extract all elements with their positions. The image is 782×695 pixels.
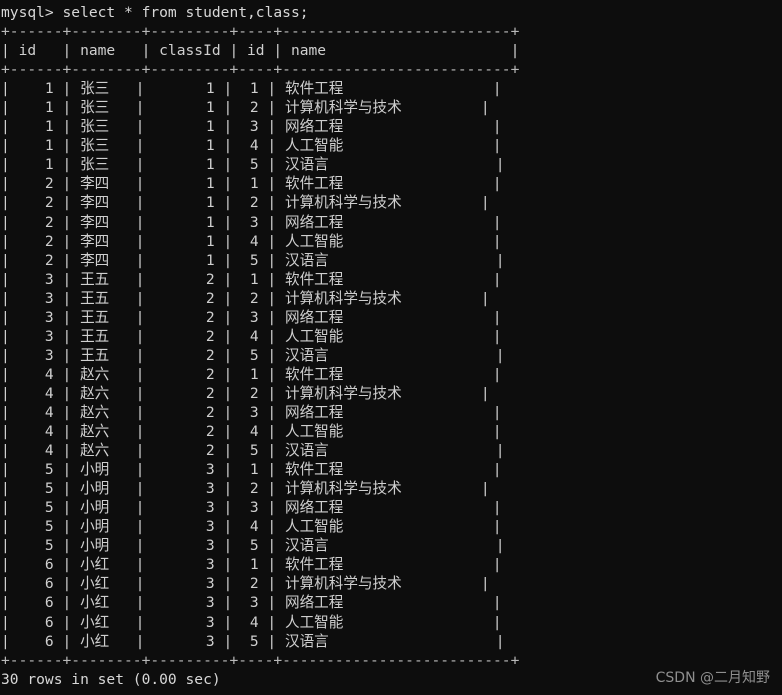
table-header-row: | id | name | classId | id | name |	[1, 42, 520, 60]
table-row: | 3 | 王五 | 2 | 5 | 汉语言 |	[1, 346, 505, 364]
table-row: | 6 | 小红 | 3 | 1 | 软件工程 |	[1, 556, 502, 574]
table-row: | 6 | 小红 | 3 | 3 | 网络工程 |	[1, 594, 502, 612]
table-row: | 1 | 张三 | 1 | 4 | 人工智能 |	[1, 137, 502, 155]
table-row: | 3 | 王五 | 2 | 2 | 计算机科学与技术 |	[1, 289, 490, 307]
terminal-window[interactable]: mysql> select * from student,class; +---…	[0, 0, 782, 695]
table-row: | 2 | 李四 | 1 | 1 | 软件工程 |	[1, 175, 502, 193]
table-row: | 2 | 李四 | 1 | 5 | 汉语言 |	[1, 251, 505, 269]
table-row: | 1 | 张三 | 1 | 2 | 计算机科学与技术 |	[1, 99, 490, 117]
table-bottom-border: +------+--------+---------+----+--------…	[1, 651, 520, 669]
table-header-separator: +------+--------+---------+----+--------…	[1, 61, 520, 79]
table-row: | 5 | 小明 | 3 | 3 | 网络工程 |	[1, 499, 502, 517]
table-row: | 5 | 小明 | 3 | 4 | 人工智能 |	[1, 518, 502, 536]
table-row: | 6 | 小红 | 3 | 4 | 人工智能 |	[1, 613, 502, 631]
table-row: | 2 | 李四 | 1 | 3 | 网络工程 |	[1, 213, 502, 231]
table-row: | 1 | 张三 | 1 | 1 | 软件工程 |	[1, 80, 502, 98]
table-row: | 5 | 小明 | 3 | 1 | 软件工程 |	[1, 461, 502, 479]
table-row: | 2 | 李四 | 1 | 2 | 计算机科学与技术 |	[1, 194, 490, 212]
table-row: | 1 | 张三 | 1 | 5 | 汉语言 |	[1, 156, 505, 174]
csdn-watermark: CSDN @二月知野	[655, 670, 770, 686]
table-body: | 1 | 张三 | 1 | 1 | 软件工程 | | 1 | 张三 | 1 | …	[1, 79, 782, 650]
table-row: | 2 | 李四 | 1 | 4 | 人工智能 |	[1, 232, 502, 250]
table-row: | 4 | 赵六 | 2 | 4 | 人工智能 |	[1, 423, 502, 441]
table-row: | 3 | 王五 | 2 | 4 | 人工智能 |	[1, 327, 502, 345]
table-row: | 4 | 赵六 | 2 | 1 | 软件工程 |	[1, 365, 502, 383]
prompt-line: mysql> select * from student,class;	[1, 4, 309, 21]
table-row: | 5 | 小明 | 3 | 2 | 计算机科学与技术 |	[1, 480, 490, 498]
table-row: | 6 | 小红 | 3 | 2 | 计算机科学与技术 |	[1, 575, 490, 593]
table-row: | 6 | 小红 | 3 | 5 | 汉语言 |	[1, 632, 505, 650]
table-row: | 5 | 小明 | 3 | 5 | 汉语言 |	[1, 537, 505, 555]
table-row: | 4 | 赵六 | 2 | 2 | 计算机科学与技术 |	[1, 384, 490, 402]
table-row: | 3 | 王五 | 2 | 1 | 软件工程 |	[1, 270, 502, 288]
table-row: | 4 | 赵六 | 2 | 5 | 汉语言 |	[1, 442, 505, 460]
table-top-border: +------+--------+---------+----+--------…	[1, 23, 520, 41]
table-row: | 1 | 张三 | 1 | 3 | 网络工程 |	[1, 118, 502, 136]
table-row: | 3 | 王五 | 2 | 3 | 网络工程 |	[1, 308, 502, 326]
table-row: | 4 | 赵六 | 2 | 3 | 网络工程 |	[1, 403, 502, 421]
